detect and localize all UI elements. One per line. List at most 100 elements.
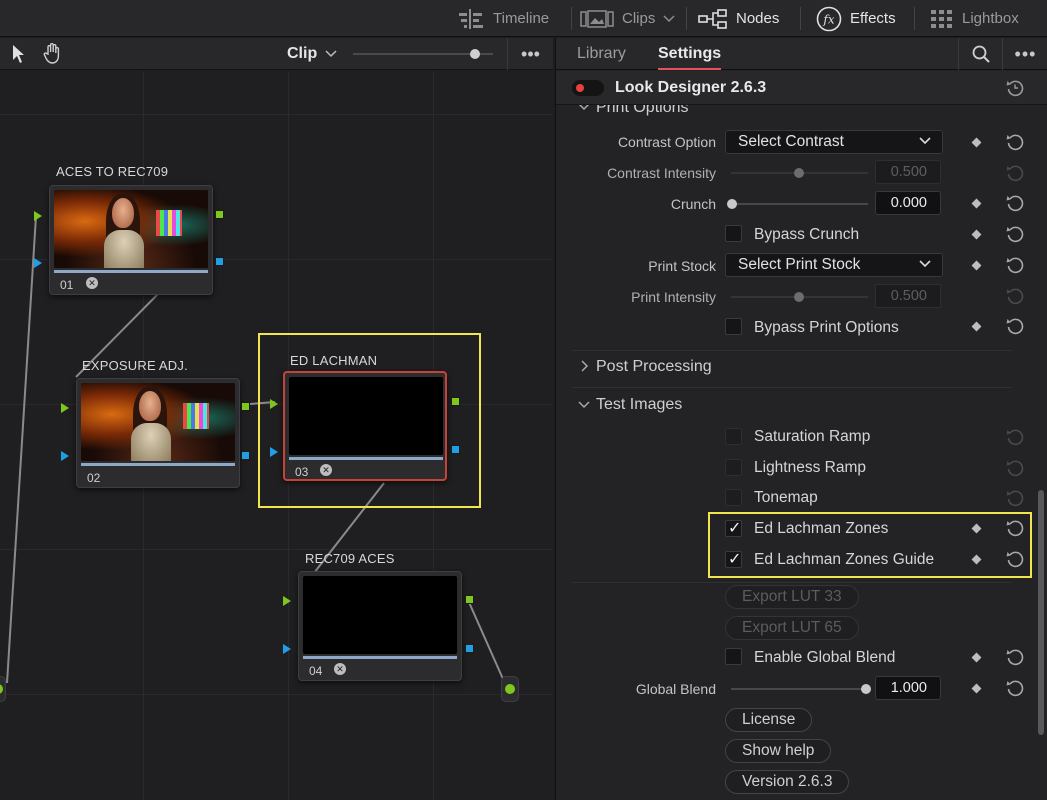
global-blend-slider[interactable] [731, 684, 871, 694]
effects-button[interactable]: fx Effects [816, 0, 896, 37]
keyframe-diamond-icon[interactable] [971, 260, 982, 271]
export-lut-65-button[interactable]: Export LUT 65 [725, 616, 859, 640]
corrector-node[interactable]: 04 ✕ [298, 571, 462, 681]
reset-icon[interactable] [1006, 648, 1024, 666]
license-button[interactable]: License [725, 708, 813, 732]
node-input-rgb[interactable] [283, 596, 291, 606]
bypass-print-options-checkbox[interactable] [725, 318, 742, 335]
reset-all-icon[interactable] [1006, 79, 1024, 97]
corrector-node-selected[interactable]: 03 ✕ [283, 371, 447, 481]
node-output-key[interactable] [241, 451, 250, 460]
test-images-section[interactable]: Test Images [556, 394, 1038, 420]
post-processing-section[interactable]: Post Processing [556, 356, 1038, 382]
contrast-intensity-value[interactable]: 0.500 [875, 160, 941, 184]
contrast-option-value: Select Contrast [738, 133, 844, 150]
node-input-rgb[interactable] [34, 211, 42, 221]
ed-lachman-zones-checkbox[interactable] [725, 518, 742, 538]
clip-source-terminal[interactable] [0, 676, 6, 702]
timeline-button[interactable]: Timeline [457, 0, 549, 37]
nodes-button[interactable]: Nodes [698, 0, 779, 37]
node-input-key[interactable] [34, 258, 42, 268]
export-lut-33-button[interactable]: Export LUT 33 [725, 585, 859, 609]
slider-knob[interactable] [794, 292, 804, 302]
saturation-ramp-checkbox[interactable] [725, 428, 742, 445]
chevron-down-icon [578, 401, 590, 409]
node-output-key[interactable] [465, 644, 474, 653]
print-intensity-slider[interactable] [731, 292, 868, 302]
node-output-rgb[interactable] [215, 210, 224, 219]
tab-library[interactable]: Library [577, 38, 626, 70]
print-options-section[interactable]: Print Options [556, 105, 1038, 118]
plugin-enable-toggle[interactable] [572, 80, 604, 96]
contrast-intensity-slider[interactable] [731, 168, 868, 178]
global-blend-value[interactable]: 1.000 [875, 676, 941, 700]
keyframe-diamond-icon[interactable] [971, 229, 982, 240]
keyframe-diamond-icon[interactable] [971, 198, 982, 209]
enable-global-blend-checkbox[interactable] [725, 648, 742, 665]
node-output-key[interactable] [215, 257, 224, 266]
node-editor-more-button[interactable]: ••• [507, 38, 553, 70]
reset-icon[interactable] [1006, 133, 1024, 151]
reset-icon[interactable] [1006, 194, 1024, 212]
print-stock-dropdown[interactable]: Select Print Stock [725, 253, 943, 277]
corrector-node[interactable]: 02 [76, 378, 240, 488]
keyframe-diamond-icon[interactable] [971, 683, 982, 694]
node-thumbnail [54, 190, 208, 268]
node-output-rgb[interactable] [465, 595, 474, 604]
reset-icon[interactable] [1006, 519, 1024, 537]
clips-button[interactable]: Clips [580, 0, 675, 37]
pointer-tool-icon[interactable] [12, 44, 26, 64]
clip-output-terminal[interactable] [501, 676, 519, 702]
reset-icon[interactable] [1006, 317, 1024, 335]
node-input-rgb[interactable] [61, 403, 69, 413]
contrast-option-dropdown[interactable]: Select Contrast [725, 130, 943, 154]
node-label: ACES TO REC709 [56, 164, 169, 179]
crunch-slider[interactable] [727, 199, 868, 209]
node-input-key[interactable] [270, 447, 278, 457]
panel-more-button[interactable]: ••• [1002, 38, 1047, 70]
node-output-rgb[interactable] [451, 397, 460, 406]
keyframe-diamond-icon[interactable] [971, 321, 982, 332]
slider-knob[interactable] [794, 168, 804, 178]
keyframe-diamond-icon[interactable] [971, 652, 982, 663]
node-input-key[interactable] [283, 644, 291, 654]
reset-icon[interactable] [1006, 225, 1024, 243]
node-input-rgb[interactable] [270, 399, 278, 409]
plugin-title: Look Designer 2.6.3 [615, 79, 767, 96]
zoom-slider[interactable] [353, 49, 493, 59]
lightness-ramp-checkbox[interactable] [725, 459, 742, 476]
show-help-button[interactable]: Show help [725, 739, 832, 763]
reset-icon [1006, 429, 1024, 446]
zoom-slider-knob[interactable] [470, 49, 480, 59]
node-output-key[interactable] [451, 445, 460, 454]
section-title: Post Processing [596, 358, 712, 375]
keyframe-diamond-icon[interactable] [971, 137, 982, 148]
ofx-badge-icon: ✕ [320, 464, 332, 476]
search-button[interactable] [958, 38, 1002, 70]
node-output-rgb[interactable] [241, 402, 250, 411]
timeline-label: Timeline [493, 10, 550, 27]
node-mode-dropdown[interactable]: Clip [287, 38, 337, 70]
enable-global-blend-label: Enable Global Blend [754, 649, 896, 666]
lightbox-label: Lightbox [962, 10, 1019, 27]
divider [572, 582, 1012, 583]
print-intensity-value[interactable]: 0.500 [875, 284, 941, 308]
reset-icon[interactable] [1006, 550, 1024, 568]
reset-icon[interactable] [1006, 256, 1024, 274]
ed-lachman-zones-guide-checkbox[interactable] [725, 549, 742, 569]
reset-icon[interactable] [1006, 679, 1024, 697]
version-button[interactable]: Version 2.6.3 [725, 770, 850, 794]
slider-knob[interactable] [861, 684, 871, 694]
tab-settings[interactable]: Settings [658, 38, 722, 70]
panel-scrollbar[interactable] [1038, 490, 1044, 735]
node-input-key[interactable] [61, 451, 69, 461]
reset-icon [1006, 165, 1024, 182]
bypass-crunch-checkbox[interactable] [725, 225, 742, 242]
lightbox-button[interactable]: Lightbox [930, 0, 1019, 37]
corrector-node[interactable]: 01 ✕ [49, 185, 213, 295]
slider-knob[interactable] [727, 199, 737, 209]
tonemap-checkbox[interactable] [725, 489, 742, 506]
crunch-value[interactable]: 0.000 [875, 191, 941, 215]
hand-tool-icon[interactable] [42, 42, 64, 64]
node-graph-canvas[interactable]: ACES TO REC709 01 ✕ EXPOSURE ADJ. 02 ED … [0, 71, 553, 800]
